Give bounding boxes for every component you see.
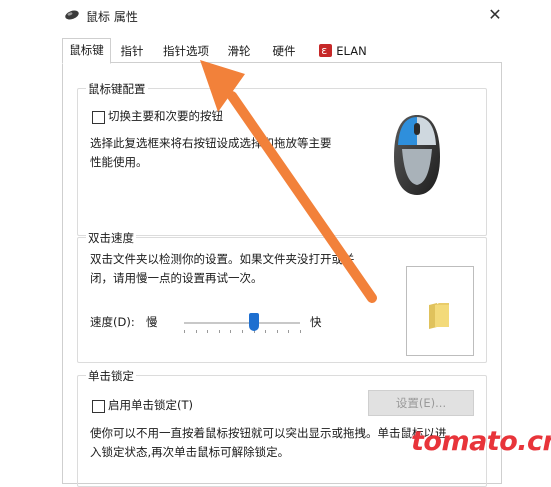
click-lock-description-2: 入锁定状态,再次单击鼠标可解除锁定。 — [90, 445, 290, 459]
tab-strip: 鼠标键 指针 指针选项 滑轮 硬件 ELAN — [62, 38, 502, 64]
tab-hardware[interactable]: 硬件 — [262, 39, 306, 63]
group-title: 单击锁定 — [86, 368, 136, 384]
close-button[interactable]: ✕ — [484, 4, 506, 24]
double-click-group: 双击速度 双击文件夹以检测你的设置。如果文件夹没打开或关 闭，请用慢一点的设置再… — [77, 230, 487, 363]
slider-tick — [219, 330, 220, 333]
click-lock-description-1: 使你可以不用一直按着鼠标按钮就可以突出显示或拖拽。单击鼠标以进 — [90, 426, 447, 440]
close-icon: ✕ — [488, 4, 502, 24]
slow-label: 慢 — [146, 315, 158, 329]
slider-tick — [207, 330, 208, 333]
mouse-properties-window: 鼠标 属性 ✕ 鼠标键 指针 指针选项 滑轮 硬件 ELAN 鼠标键配置 切换主… — [0, 0, 551, 487]
fast-label: 快 — [310, 315, 322, 329]
tab-buttons[interactable]: 鼠标键 — [62, 38, 111, 64]
test-folder-area[interactable] — [406, 266, 474, 356]
switch-buttons-checkbox[interactable] — [92, 111, 105, 124]
slider-tick — [265, 330, 266, 333]
tab-elan[interactable]: ELAN — [310, 39, 376, 63]
speed-slider-track[interactable] — [184, 322, 300, 324]
watermark-text: tomato.cm — [411, 426, 551, 457]
button-config-group: 鼠标键配置 切换主要和次要的按钮 选择此复选框来将右按钮设成选择和拖放等主要 性… — [77, 81, 487, 236]
button-config-description-2: 性能使用。 — [90, 155, 148, 169]
window-title: 鼠标 属性 — [86, 10, 138, 24]
slider-tick — [242, 330, 243, 333]
tab-wheel[interactable]: 滑轮 — [218, 39, 260, 63]
speed-label: 速度(D): — [90, 315, 135, 329]
speed-slider-thumb[interactable] — [248, 313, 259, 331]
slider-tick — [230, 330, 231, 333]
mouse-icon — [65, 10, 79, 20]
folder-icon[interactable] — [425, 301, 453, 331]
click-lock-checkbox[interactable] — [92, 400, 105, 413]
slider-tick — [300, 330, 301, 333]
group-title: 鼠标键配置 — [86, 81, 148, 97]
button-config-description-1: 选择此复选框来将右按钮设成选择和拖放等主要 — [90, 136, 332, 150]
tab-pointer-options[interactable]: 指针选项 — [154, 39, 218, 63]
elan-icon — [319, 40, 333, 62]
settings-button[interactable]: 设置(E)... — [368, 390, 474, 416]
switch-buttons-label[interactable]: 切换主要和次要的按钮 — [108, 108, 223, 124]
group-title: 双击速度 — [86, 230, 136, 246]
tab-pointers[interactable]: 指针 — [111, 39, 153, 63]
double-click-description-1: 双击文件夹以检测你的设置。如果文件夹没打开或关 — [90, 252, 355, 266]
slider-tick — [288, 330, 289, 333]
double-click-description-2: 闭，请用慢一点的设置再试一次。 — [90, 271, 263, 285]
slider-tick — [184, 330, 185, 333]
title-bar: 鼠标 属性 ✕ — [0, 0, 551, 30]
tab-panel-buttons: 鼠标键配置 切换主要和次要的按钮 选择此复选框来将右按钮设成选择和拖放等主要 性… — [62, 62, 502, 487]
slider-tick — [196, 330, 197, 333]
mouse-illustration — [394, 115, 440, 195]
click-lock-label[interactable]: 启用单击锁定(T) — [108, 397, 193, 413]
slider-tick — [277, 330, 278, 333]
